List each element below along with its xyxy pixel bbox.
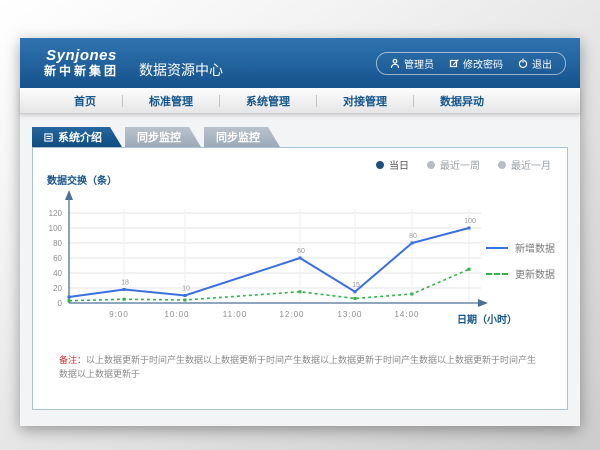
tab-1[interactable]: 系统介绍 xyxy=(32,127,122,147)
radio-option-1[interactable]: 当日 xyxy=(376,157,409,172)
y-tick-label: 100 xyxy=(49,224,63,233)
logo-text-en: Synjones xyxy=(46,48,117,65)
series-line-2 xyxy=(69,269,469,301)
line-chart: 0 20 40 60 80 100 120 9:00 10:00 11:00 12:00 13:00 1… xyxy=(33,175,503,327)
y-tick-label: 60 xyxy=(53,254,62,263)
radio-option-2[interactable]: 最近一周 xyxy=(427,157,480,172)
user-action-label: 退出 xyxy=(532,56,552,71)
data-point xyxy=(411,242,414,245)
logout-icon xyxy=(518,58,528,68)
legend-swatch xyxy=(486,247,508,249)
tab-label: 系统介绍 xyxy=(58,129,102,145)
y-axis-arrow xyxy=(65,190,73,200)
x-tick-label: 13:00 xyxy=(337,310,362,319)
form-icon xyxy=(44,133,53,142)
footnote-prefix: 备注： xyxy=(59,355,86,365)
user-icon xyxy=(390,58,400,68)
nav-item-2[interactable]: 标准管理 xyxy=(123,93,219,109)
nav-item-3[interactable]: 系统管理 xyxy=(220,93,316,109)
data-point xyxy=(299,290,302,293)
chart-panel: 当日最近一周最近一月 数据交换（条） 0204060801001209:0010… xyxy=(32,147,568,410)
legend-swatch xyxy=(486,273,508,275)
data-point xyxy=(123,298,126,301)
user-action-label: 管理员 xyxy=(404,56,434,71)
radio-label: 当日 xyxy=(389,157,409,172)
x-tick-label: 14:00 xyxy=(394,310,419,319)
content-area: 系统介绍同步监控同步监控 当日最近一周最近一月 数据交换（条） 02040608… xyxy=(20,114,580,426)
legend-label: 更新数据 xyxy=(515,266,555,281)
value-label: 15 xyxy=(352,282,360,289)
main-nav: 首页标准管理系统管理对接管理数据异动 xyxy=(20,88,580,114)
footnote-text: 以上数据更新于时间产生数据以上数据更新于时间产生数据以上数据更新于时间产生数据以… xyxy=(59,355,536,379)
data-point xyxy=(184,299,187,302)
footnote: 备注：以上数据更新于时间产生数据以上数据更新于时间产生数据以上数据更新于时间产生… xyxy=(59,354,545,381)
chart-legend: 新增数据更新数据 xyxy=(486,240,555,281)
tab-label: 同步监控 xyxy=(216,129,260,145)
radio-label: 最近一月 xyxy=(511,157,551,172)
tab-2[interactable]: 同步监控 xyxy=(125,127,201,147)
data-point xyxy=(68,299,71,302)
x-tick-label: 10:00 xyxy=(164,310,189,319)
company-logo: Synjones 新中新集团 xyxy=(44,48,119,78)
app-header: Synjones 新中新集团 数据资源中心 管理员 修改密码 退出 xyxy=(20,38,580,88)
x-tick-label: 9:00 xyxy=(109,310,129,319)
tab-bar: 系统介绍 同步监控 同步监控 xyxy=(32,127,580,147)
value-label: 10 xyxy=(182,286,190,293)
data-point xyxy=(299,257,302,260)
x-axis-arrow xyxy=(478,299,488,307)
nav-item-5[interactable]: 数据异动 xyxy=(414,93,510,109)
legend-label: 新增数据 xyxy=(515,240,555,255)
y-tick-label: 120 xyxy=(49,209,63,218)
y-tick-label: 20 xyxy=(53,284,62,293)
data-point xyxy=(354,290,357,293)
logo-text-cn: 新中新集团 xyxy=(44,65,119,78)
value-label: 100 xyxy=(464,218,476,225)
data-point xyxy=(354,297,357,300)
x-tick-label: 12:00 xyxy=(279,310,304,319)
time-range-filter: 当日 最近一周 最近一月 xyxy=(376,157,551,172)
value-label: 18 xyxy=(121,280,129,287)
radio-option-3[interactable]: 最近一月 xyxy=(498,157,551,172)
data-point xyxy=(468,227,471,230)
y-tick-label: 0 xyxy=(58,299,63,308)
y-tick-label: 80 xyxy=(53,239,62,248)
legend-item-1[interactable]: 新增数据 xyxy=(486,240,555,255)
data-point xyxy=(184,294,187,297)
radio-dot xyxy=(498,161,506,169)
radio-dot xyxy=(376,161,384,169)
user-action-user[interactable]: 管理员 xyxy=(390,56,434,71)
x-tick-label: 11:00 xyxy=(223,310,247,319)
user-toolbar: 管理员 修改密码 退出 xyxy=(376,52,566,75)
tab-label: 同步监控 xyxy=(137,129,181,145)
tab-3[interactable]: 同步监控 xyxy=(204,127,280,147)
nav-item-4[interactable]: 对接管理 xyxy=(317,93,413,109)
nav-item-1[interactable]: 首页 xyxy=(48,93,122,109)
radio-label: 最近一周 xyxy=(440,157,480,172)
x-axis-title: 日期（小时） xyxy=(457,311,517,326)
data-point xyxy=(123,288,126,291)
radio-dot xyxy=(427,161,435,169)
user-action-logout[interactable]: 退出 xyxy=(518,56,552,71)
data-point xyxy=(68,296,71,299)
legend-item-2[interactable]: 更新数据 xyxy=(486,266,555,281)
page-title: 数据资源中心 xyxy=(139,60,223,80)
data-point xyxy=(411,293,414,296)
data-point xyxy=(468,268,471,271)
user-action-edit[interactable]: 修改密码 xyxy=(449,56,503,71)
user-action-label: 修改密码 xyxy=(463,56,503,71)
y-tick-label: 40 xyxy=(53,269,62,278)
value-label: 60 xyxy=(297,248,305,255)
edit-icon xyxy=(449,58,459,68)
app-window: Synjones 新中新集团 数据资源中心 管理员修改密码退出 首页标准管理系统… xyxy=(20,38,580,426)
value-label: 80 xyxy=(409,233,417,240)
